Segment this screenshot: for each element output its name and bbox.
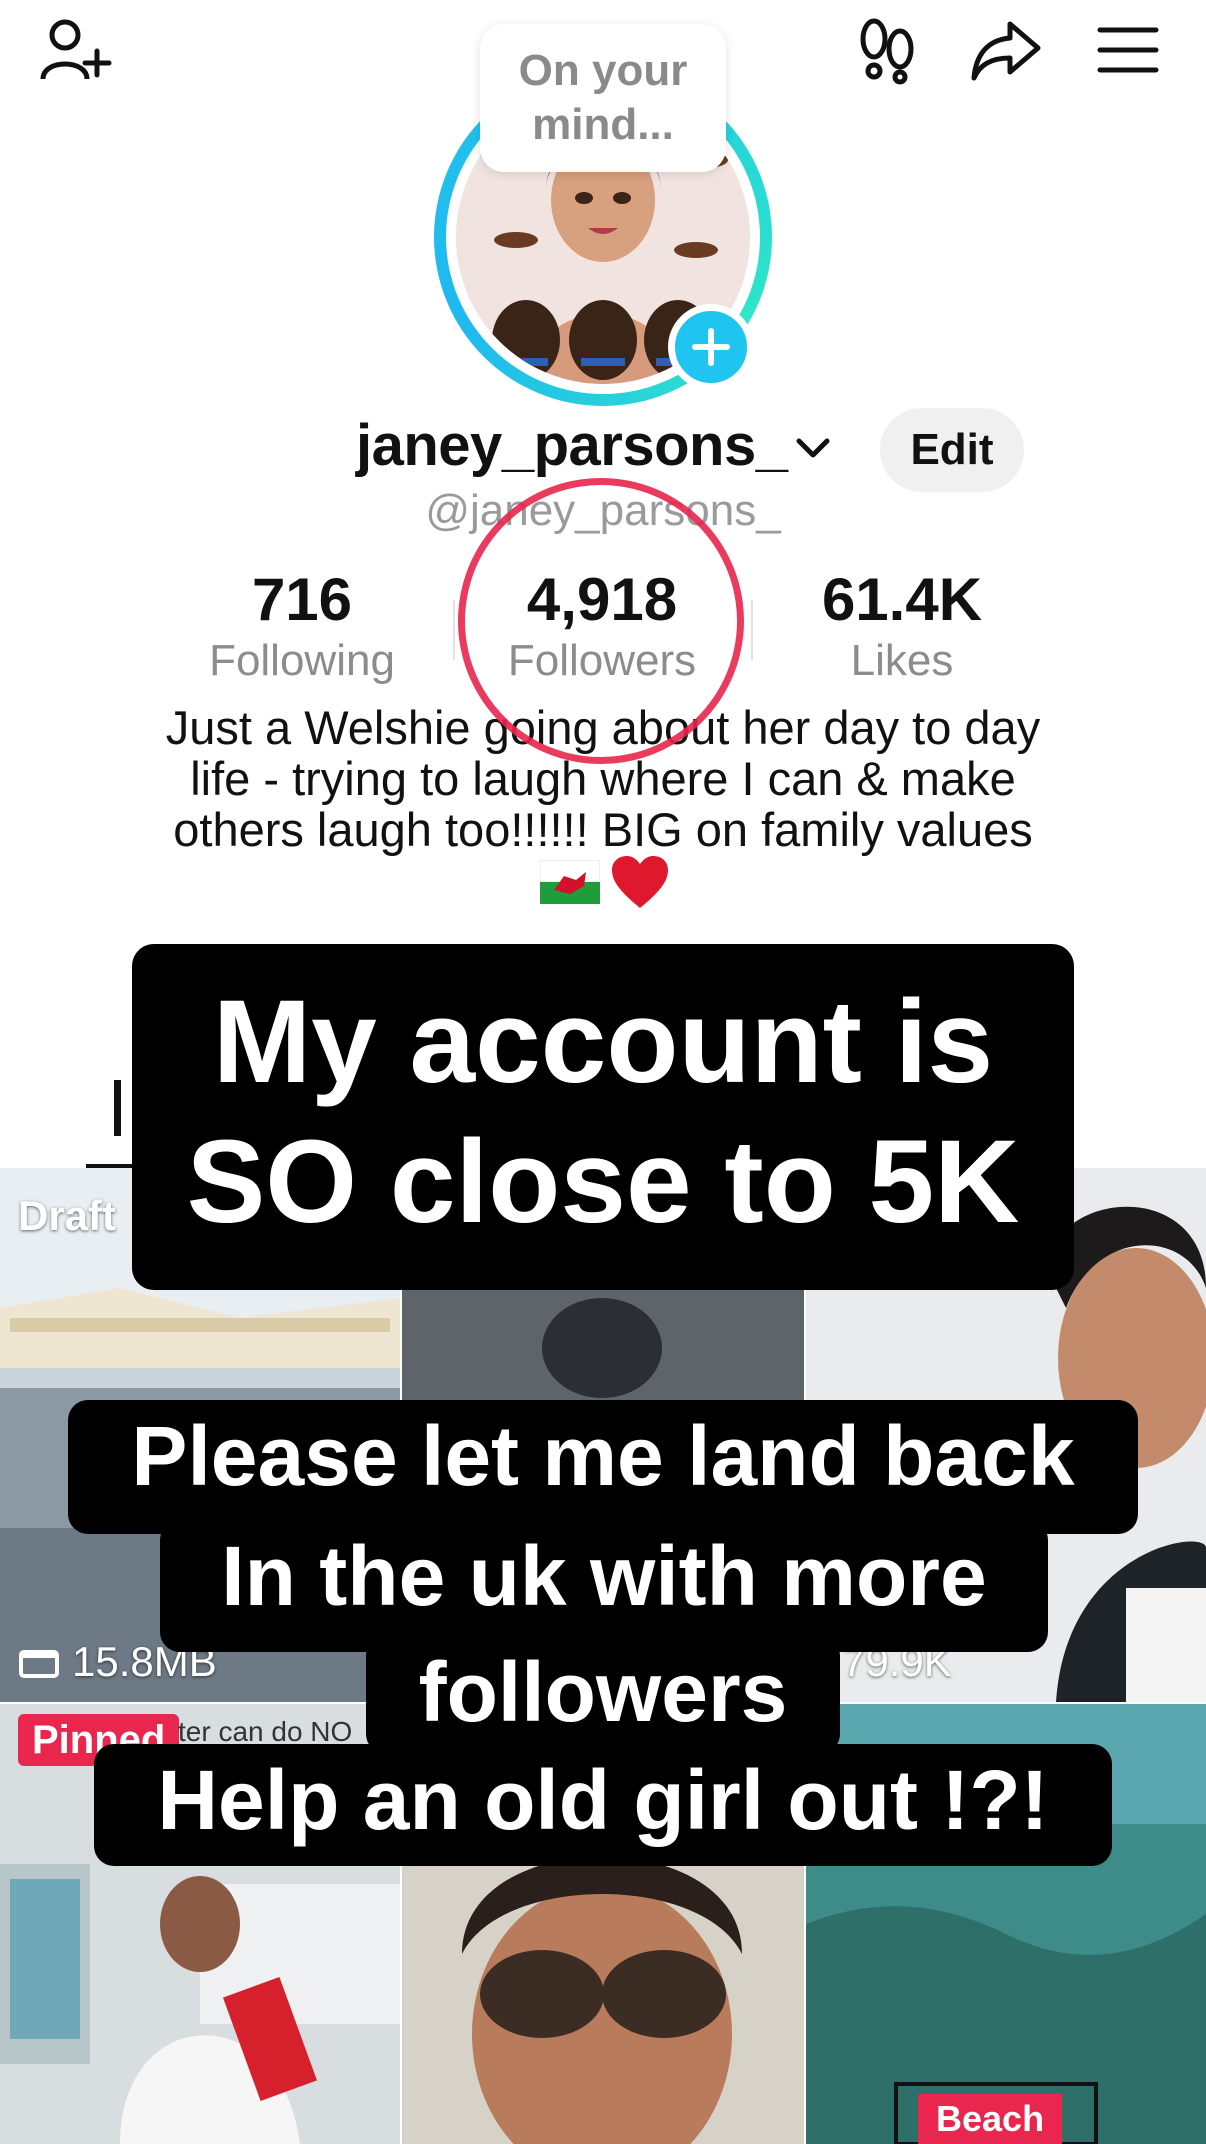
edit-profile-button[interactable]: Edit — [880, 408, 1024, 492]
caption-line-2: In the uk with more — [160, 1520, 1048, 1652]
stat-likes-value: 61.4K — [821, 566, 983, 633]
share-button[interactable] — [966, 10, 1046, 90]
person-plus-icon — [39, 15, 113, 85]
status-bubble-text: On your mind... — [518, 46, 688, 149]
add-story-button[interactable] — [668, 304, 754, 390]
caption-line-3: followers — [366, 1636, 840, 1754]
caption-line-4: Help an old girl out !?! — [94, 1744, 1112, 1866]
stat-divider — [751, 600, 753, 660]
add-friend-button[interactable] — [36, 10, 116, 90]
red-heart-emoji-icon — [610, 854, 670, 910]
drafts-folder-icon — [18, 1644, 60, 1680]
welsh-flag-emoji-icon — [540, 860, 600, 904]
status-bubble[interactable]: On your mind... — [480, 24, 726, 172]
chevron-down-icon[interactable] — [795, 437, 831, 461]
stat-likes[interactable]: 61.4K Likes — [772, 566, 1032, 688]
stat-divider — [453, 600, 455, 660]
caption-line-1: Please let me land back — [68, 1400, 1138, 1534]
share-arrow-icon — [970, 18, 1042, 82]
username[interactable]: janey_parsons_ — [356, 412, 788, 479]
menu-button[interactable] — [1088, 10, 1168, 90]
drafts-label: Draft — [18, 1192, 117, 1239]
plus-icon — [691, 327, 731, 367]
footprints-button[interactable] — [848, 10, 928, 90]
stat-likes-label: Likes — [850, 636, 954, 685]
bio-emoji-row — [540, 850, 670, 914]
caption-main: My account is SO close to 5K — [132, 944, 1074, 1290]
footprints-icon — [856, 15, 920, 85]
beach-label: Beach — [918, 2094, 1063, 2144]
stat-following-value: 716 — [251, 566, 353, 633]
hamburger-menu-icon — [1097, 25, 1159, 75]
stat-following[interactable]: 716 Following — [172, 566, 432, 688]
stat-following-label: Following — [209, 636, 395, 685]
videos-tab-icon[interactable] — [114, 1080, 131, 1136]
